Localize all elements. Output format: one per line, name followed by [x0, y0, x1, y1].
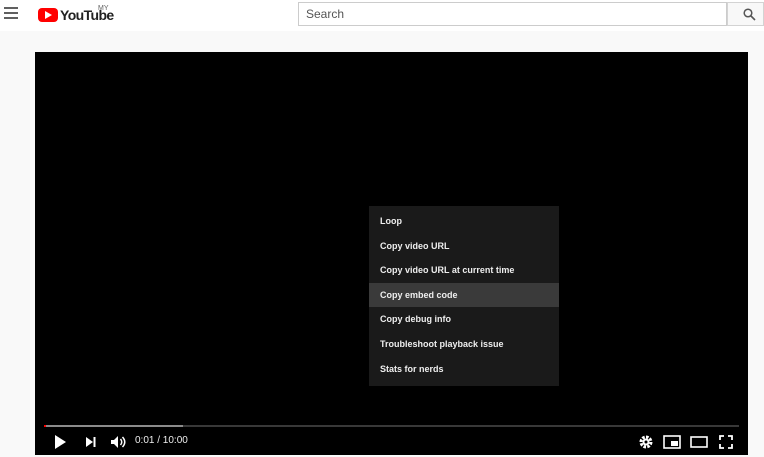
context-menu-item-troubleshoot[interactable]: Troubleshoot playback issue — [369, 332, 559, 357]
miniplayer-icon — [663, 435, 681, 449]
settings-button[interactable] — [638, 434, 654, 455]
context-menu-item-copy-embed-code[interactable]: Copy embed code — [369, 282, 559, 308]
skip-next-icon — [86, 437, 96, 447]
context-menu-item-copy-debug-info[interactable]: Copy debug info — [369, 307, 559, 332]
gear-icon — [639, 435, 653, 449]
next-button[interactable] — [84, 434, 98, 455]
video-player[interactable]: Loop Copy video URL Copy video URL at cu… — [35, 52, 748, 455]
play-button[interactable] — [53, 434, 67, 455]
hamburger-menu-icon[interactable] — [4, 7, 18, 21]
time-display: 0:01 / 10:00 — [135, 435, 188, 446]
progress-played — [44, 425, 47, 427]
theater-mode-button[interactable] — [690, 434, 708, 455]
play-icon — [55, 435, 66, 449]
search-input[interactable]: Search — [298, 2, 727, 26]
volume-button[interactable] — [110, 434, 128, 455]
context-menu-item-copy-video-url[interactable]: Copy video URL — [369, 234, 559, 259]
logo-region-code: MY — [98, 5, 109, 12]
progress-bar[interactable] — [44, 425, 739, 427]
fullscreen-icon — [719, 435, 733, 449]
context-menu-item-loop[interactable]: Loop — [369, 209, 559, 234]
progress-loaded — [44, 425, 183, 427]
search-button[interactable] — [727, 2, 764, 26]
player-context-menu: Loop Copy video URL Copy video URL at cu… — [369, 206, 559, 386]
theater-mode-icon — [690, 436, 708, 448]
context-menu-item-stats-for-nerds[interactable]: Stats for nerds — [369, 357, 559, 382]
player-controls: 0:01 / 10:00 — [35, 432, 748, 454]
youtube-play-badge-icon — [38, 8, 58, 22]
miniplayer-button[interactable] — [663, 434, 681, 455]
search-icon — [743, 8, 756, 21]
context-menu-item-copy-url-at-time[interactable]: Copy video URL at current time — [369, 258, 559, 283]
volume-icon — [111, 436, 126, 448]
fullscreen-button[interactable] — [718, 434, 734, 455]
masthead: YouTube MY Search — [0, 0, 764, 31]
